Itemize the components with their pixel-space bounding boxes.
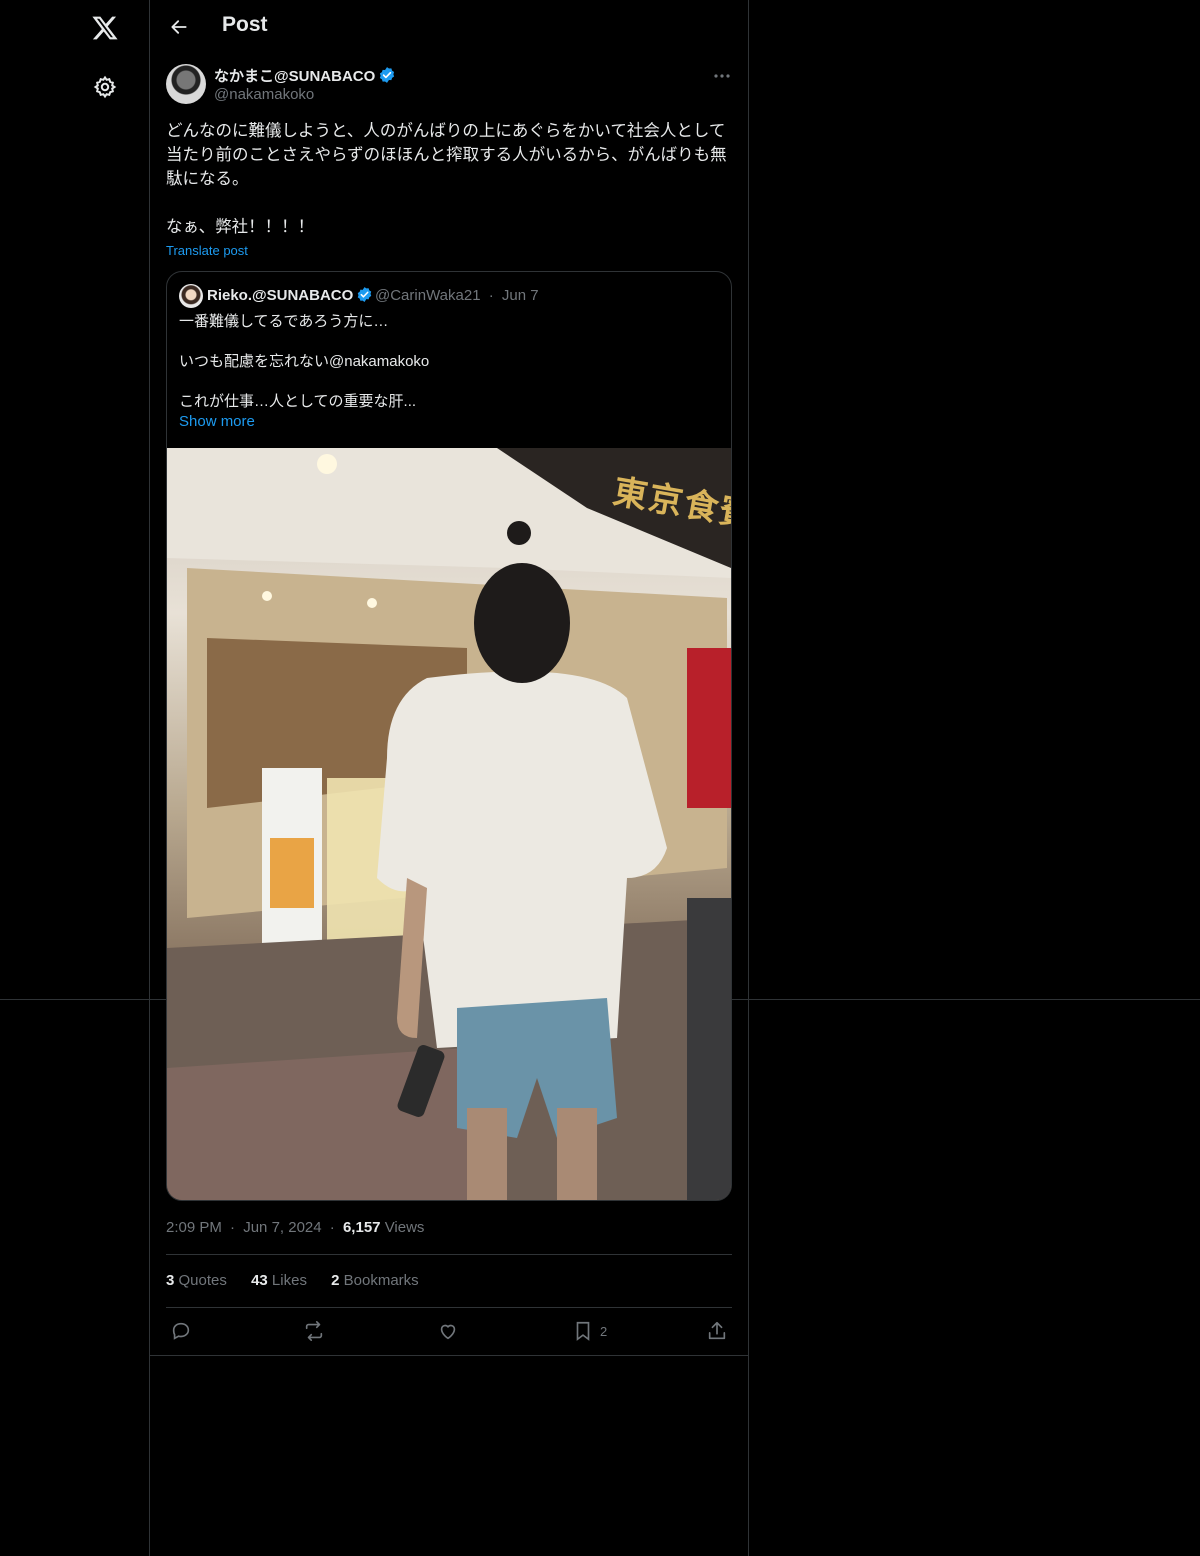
quoted-author-handle: @CarinWaka21 [375, 287, 481, 304]
main-column: Post なかまこ@SUNABACO @nakamakoko どんなのに難儀しよ… [150, 0, 748, 1556]
reply-icon [172, 1322, 190, 1340]
quotes-count: 3 [166, 1272, 175, 1289]
views-label: Views [384, 1219, 425, 1236]
verified-badge-icon [356, 286, 373, 307]
author-name[interactable]: なかまこ@SUNABACO [214, 68, 375, 85]
back-arrow-icon[interactable] [164, 12, 194, 42]
quoted-meta: @CarinWaka21 · Jun 7 [375, 287, 539, 304]
more-icon[interactable] [710, 66, 734, 86]
quoted-date: Jun 7 [501, 287, 539, 304]
quoted-text: 一番難儀してるであろう方に… いつも配慮を忘れない@nakamakoko これが… [179, 313, 430, 410]
bookmarks-count: 2 [331, 1272, 340, 1289]
bookmarks-label: Bookmarks [343, 1272, 419, 1289]
post-timestamp: 2:09 PM · Jun 7, 2024 · 6,157 Views [166, 1219, 425, 1236]
quotes-label: Quotes [178, 1272, 227, 1289]
x-logo-icon[interactable] [84, 8, 126, 48]
likes-count: 43 [251, 1272, 268, 1289]
quoted-post-card[interactable]: Rieko.@SUNABACO @CarinWaka21 · Jun 7 一番難… [166, 271, 732, 1201]
repost-button[interactable] [303, 1318, 325, 1344]
quoted-author-name: Rieko.@SUNABACO [207, 287, 354, 304]
quoted-author-name-row: Rieko.@SUNABACO [207, 286, 373, 307]
bookmark-icon [576, 1321, 590, 1341]
divider [150, 1355, 748, 1356]
likes-label: Likes [271, 1272, 307, 1289]
main-column-right-border [748, 0, 749, 1556]
divider [166, 1254, 732, 1255]
page-title: Post [222, 13, 268, 36]
post-header: Post [150, 0, 748, 54]
share-button[interactable] [706, 1318, 728, 1344]
divider [166, 1307, 732, 1308]
author-handle[interactable]: @nakamakoko [214, 86, 314, 103]
author-avatar[interactable] [166, 64, 206, 104]
quoted-photo[interactable]: 東京食賓 [167, 448, 731, 1200]
like-icon [440, 1324, 456, 1340]
translate-post-link[interactable]: Translate post [166, 243, 248, 258]
verified-badge-icon [378, 66, 396, 88]
show-more-link[interactable]: Show more [179, 413, 255, 430]
reply-button[interactable] [170, 1318, 192, 1344]
post-text: どんなのに難儀しようと、人のがんばりの上にあぐらをかいて社会人として当たり前のこ… [166, 122, 727, 236]
bookmark-count: 2 [600, 1323, 608, 1339]
post-date[interactable]: Jun 7, 2024 [243, 1219, 321, 1236]
likes-stat[interactable]: 43 Likes [251, 1272, 307, 1289]
action-bar: 2 [166, 1318, 732, 1344]
left-nav [0, 0, 149, 1556]
repost-icon [305, 1321, 323, 1341]
gear-icon[interactable] [86, 68, 124, 106]
quoted-author-avatar [179, 284, 203, 308]
post-stats: 3 Quotes 43 Likes 2 Bookmarks [166, 1272, 439, 1289]
share-icon [708, 1321, 726, 1340]
post-time[interactable]: 2:09 PM [166, 1219, 222, 1236]
bookmark-button[interactable]: 2 [572, 1318, 607, 1344]
bookmarks-stat[interactable]: 2 Bookmarks [331, 1272, 419, 1289]
quotes-stat[interactable]: 3 Quotes [166, 1272, 227, 1289]
like-button[interactable] [437, 1318, 459, 1344]
views-count: 6,157 [342, 1219, 381, 1236]
author-name-row[interactable]: なかまこ@SUNABACO [214, 65, 396, 88]
